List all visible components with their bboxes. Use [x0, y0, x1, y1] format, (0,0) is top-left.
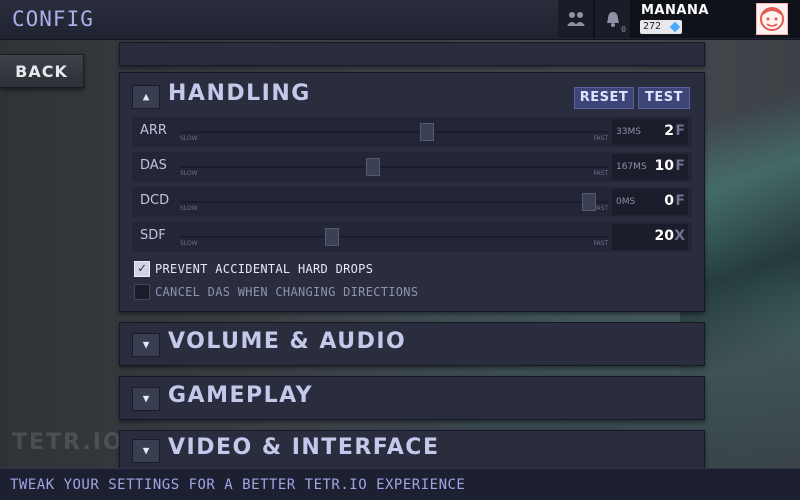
das-slider[interactable]: SLOW FAST [180, 152, 608, 182]
das-value: 10 [654, 158, 674, 174]
sdf-label: SDF [140, 228, 166, 243]
das-unit: F [675, 158, 685, 174]
previous-section-panel [119, 42, 705, 66]
back-button[interactable]: BACK [0, 54, 84, 88]
bell-icon [606, 12, 619, 27]
footer-tip: TWEAK YOUR SETTINGS FOR A BETTER TETR.IO… [10, 477, 466, 493]
volume-audio-header: ▼ VOLUME & AUDIO [132, 329, 692, 359]
prevent-hard-drops-option[interactable]: ✓ PREVENT ACCIDENTAL HARD DROPS [132, 259, 632, 279]
slow-label: SLOW [180, 240, 198, 247]
sdf-unit: X [674, 228, 685, 244]
slow-label: SLOW [180, 135, 198, 142]
friends-button[interactable] [558, 0, 594, 38]
top-bar: CONFIG 0 MANANA 272 [0, 0, 800, 40]
das-label: DAS [140, 158, 167, 173]
dcd-value-field[interactable]: 0MS 0 F [612, 189, 688, 215]
slider-track [180, 131, 608, 133]
slow-label: SLOW [180, 205, 198, 212]
dcd-value: 0 [664, 193, 674, 209]
handling-header: ▲ HANDLING RESET TEST [132, 81, 692, 111]
dcd-label: DCD [140, 193, 170, 208]
sdf-value: 20 [654, 228, 674, 244]
username[interactable]: MANANA [641, 3, 709, 18]
slider-track [180, 201, 608, 203]
slider-track [180, 166, 608, 168]
avatar[interactable] [756, 3, 788, 35]
das-setting-row: DAS SLOW FAST 167MS 10 F [132, 152, 692, 182]
cancel-das-label: CANCEL DAS WHEN CHANGING DIRECTIONS [155, 285, 419, 299]
slow-label: SLOW [180, 170, 198, 177]
dcd-unit: F [675, 193, 685, 209]
sdf-slider[interactable]: SLOW FAST [180, 222, 608, 252]
handling-section: ▲ HANDLING RESET TEST ARR SLOW FAST 33MS… [119, 72, 705, 312]
das-value-field[interactable]: 167MS 10 F [612, 154, 688, 180]
expand-gameplay-button[interactable]: ▼ [132, 387, 160, 411]
rating-badge: 272 [640, 20, 682, 34]
video-interface-header: ▼ VIDEO & INTERFACE [132, 435, 692, 465]
arr-ms: 33MS [616, 127, 641, 137]
cancel-das-option[interactable]: CANCEL DAS WHEN CHANGING DIRECTIONS [132, 282, 632, 302]
checkbox-unchecked[interactable] [134, 284, 150, 300]
slider-thumb[interactable] [582, 193, 596, 211]
slider-thumb[interactable] [325, 228, 339, 246]
footer-bar: TWEAK YOUR SETTINGS FOR A BETTER TETR.IO… [0, 468, 800, 500]
checkbox-checked[interactable]: ✓ [134, 261, 150, 277]
volume-audio-section[interactable]: ▼ VOLUME & AUDIO [119, 322, 705, 366]
arr-slider[interactable]: SLOW FAST [180, 117, 608, 147]
user-panel: 0 MANANA 272 [558, 0, 800, 38]
slider-thumb[interactable] [366, 158, 380, 176]
video-interface-title: VIDEO & INTERFACE [168, 435, 440, 460]
fast-label: FAST [593, 240, 608, 247]
notifications-count: 0 [621, 25, 626, 34]
arr-value-field[interactable]: 33MS 2 F [612, 119, 688, 145]
volume-audio-title: VOLUME & AUDIO [168, 329, 407, 354]
test-button[interactable]: TEST [638, 87, 690, 109]
rating-value: 272 [643, 21, 662, 32]
arr-label: ARR [140, 123, 167, 138]
notifications-button[interactable]: 0 [595, 0, 631, 38]
arr-unit: F [675, 123, 685, 139]
prevent-hard-drops-label: PREVENT ACCIDENTAL HARD DROPS [155, 262, 374, 276]
dcd-setting-row: DCD SLOW FAST 0MS 0 F [132, 187, 692, 217]
sdf-setting-row: SDF SLOW FAST 20 X [132, 222, 692, 252]
handling-title: HANDLING [168, 81, 311, 106]
gameplay-title: GAMEPLAY [168, 383, 313, 408]
diamond-icon [669, 21, 681, 33]
friends-icon [566, 12, 585, 26]
video-interface-section[interactable]: ▼ VIDEO & INTERFACE [119, 430, 705, 470]
slider-thumb[interactable] [420, 123, 434, 141]
reset-button[interactable]: RESET [574, 87, 634, 109]
fast-label: FAST [593, 135, 608, 142]
expand-video-interface-button[interactable]: ▼ [132, 439, 160, 463]
avatar-face-icon [760, 7, 784, 31]
gameplay-section[interactable]: ▼ GAMEPLAY [119, 376, 705, 420]
arr-setting-row: ARR SLOW FAST 33MS 2 F [132, 117, 692, 147]
page-title: CONFIG [12, 7, 94, 31]
collapse-handling-button[interactable]: ▲ [132, 85, 160, 109]
tetrio-watermark: TETR.IO [12, 430, 124, 455]
fast-label: FAST [593, 170, 608, 177]
sdf-value-field[interactable]: 20 X [612, 224, 688, 250]
das-ms: 167MS [616, 162, 647, 172]
gameplay-header: ▼ GAMEPLAY [132, 383, 692, 413]
slider-track [180, 236, 608, 238]
arr-value: 2 [664, 123, 674, 139]
expand-volume-audio-button[interactable]: ▼ [132, 333, 160, 357]
dcd-ms: 0MS [616, 197, 636, 207]
dcd-slider[interactable]: SLOW FAST [180, 187, 608, 217]
